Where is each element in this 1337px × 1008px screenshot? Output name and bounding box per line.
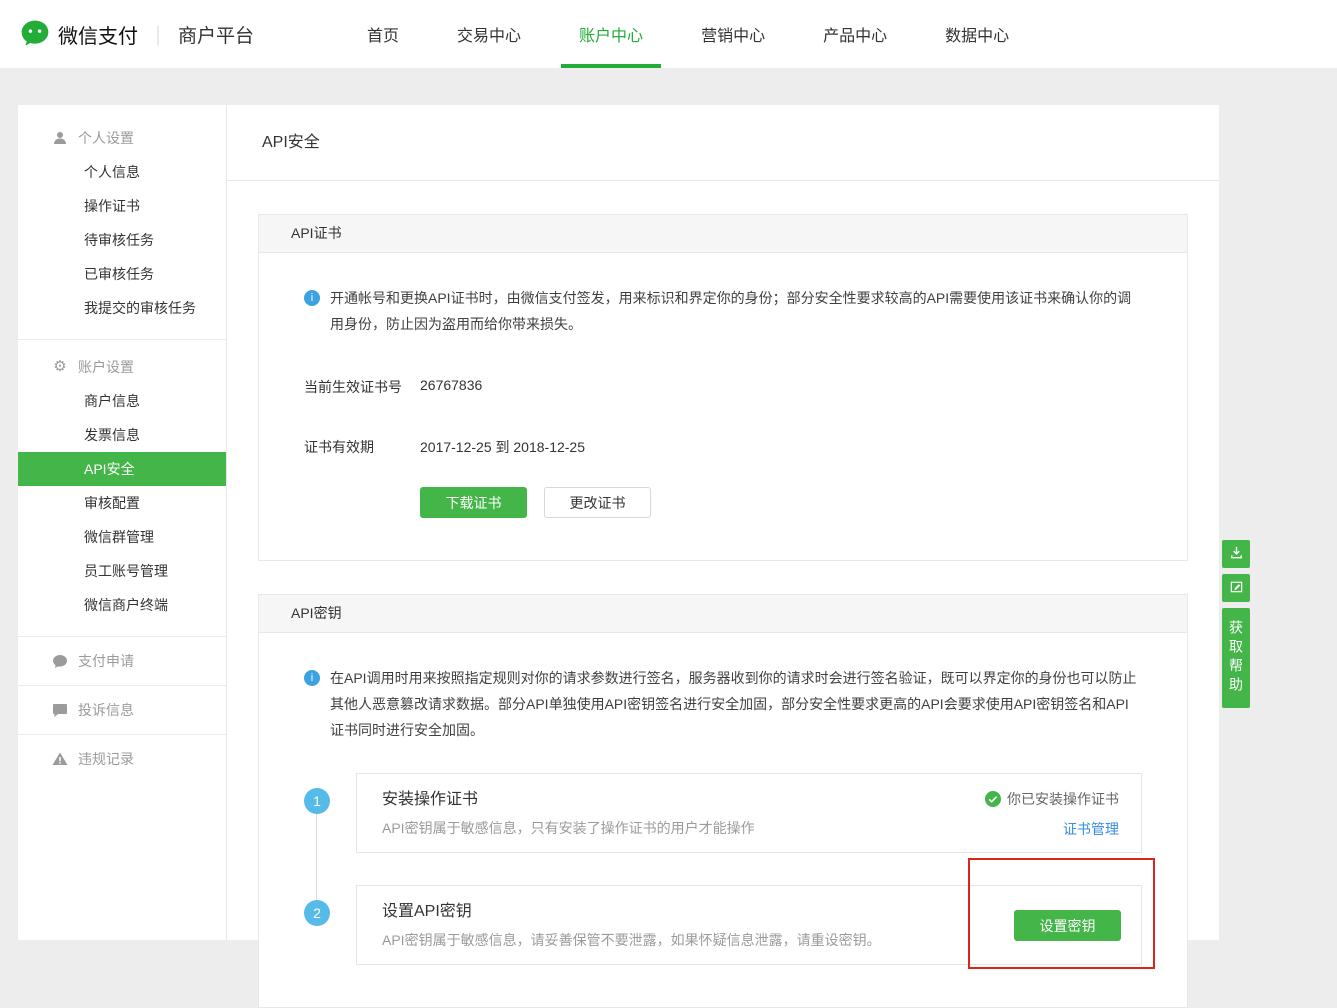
get-help-label: 获取帮助 <box>1226 620 1246 696</box>
sidebar-group-header-payment-application[interactable]: 支付申请 <box>18 644 226 678</box>
step-1-desc: API密钥属于敏感信息，只有安装了操作证书的用户才能操作 <box>382 819 1119 838</box>
sidebar-group-title: 投诉信息 <box>78 700 134 720</box>
sidebar-item-operation-cert[interactable]: 操作证书 <box>18 189 226 223</box>
api-key-section-body: i 在API调用时用来按照指定规则对你的请求参数进行签名，服务器收到你的请求时会… <box>259 633 1187 1007</box>
sidebar-group-personal-settings: 个人设置 个人信息 操作证书 待审核任务 已审核任务 我提交的审核任务 <box>18 105 226 339</box>
cert-info-text: 开通帐号和更换API证书时，由微信支付签发，用来标识和界定你的身份；部分安全性要… <box>330 285 1142 337</box>
sidebar-group-complaint-info: 投诉信息 <box>18 685 226 734</box>
brand-divider: ｜ <box>148 20 168 49</box>
step-2-row: 2 设置API密钥 API密钥属于敏感信息，请妥善保管不要泄露，如果怀疑信息泄露… <box>304 885 1142 965</box>
sidebar-group-header-complaint-info[interactable]: 投诉信息 <box>18 693 226 727</box>
sidebar-item-wechat-merchant-terminal[interactable]: 微信商户终端 <box>18 588 226 622</box>
sidebar-group-title: 支付申请 <box>78 651 134 671</box>
step-2-box: 设置API密钥 API密钥属于敏感信息，请妥善保管不要泄露，如果怀疑信息泄露，请… <box>356 885 1142 965</box>
warning-icon <box>52 751 68 767</box>
key-info-text: 在API调用时用来按照指定规则对你的请求参数进行签名，服务器收到你的请求时会进行… <box>330 665 1142 743</box>
sidebar-item-reviewed-tasks[interactable]: 已审核任务 <box>18 257 226 291</box>
sidebar-group-title: 个人设置 <box>78 128 134 148</box>
step-1-number: 1 <box>304 788 330 814</box>
feedback-edit-button[interactable] <box>1222 574 1250 602</box>
sidebar-item-review-config[interactable]: 审核配置 <box>18 486 226 520</box>
cert-validity-value: 2017-12-25 到 2018-12-25 <box>420 437 585 457</box>
cert-buttons-row: 下载证书 更改证书 <box>304 487 1142 518</box>
sidebar-group-header-personal-settings[interactable]: 个人设置 <box>18 121 226 155</box>
check-circle-icon <box>985 791 1001 807</box>
sidebar-item-staff-account-management[interactable]: 员工账号管理 <box>18 554 226 588</box>
nav-item-marketing-center[interactable]: 营销中心 <box>683 0 783 68</box>
page-title: API安全 <box>227 105 1219 181</box>
nav-item-transaction-center[interactable]: 交易中心 <box>439 0 539 68</box>
sidebar-group-payment-application: 支付申请 <box>18 636 226 685</box>
sidebar: 个人设置 个人信息 操作证书 待审核任务 已审核任务 我提交的审核任务 ⚙ 账户… <box>18 105 227 940</box>
nav-item-home[interactable]: 首页 <box>349 0 417 68</box>
step-2-desc: API密钥属于敏感信息，请妥善保管不要泄露，如果怀疑信息泄露，请重设密钥。 <box>382 931 1119 950</box>
get-help-button[interactable]: 获取帮助 <box>1222 608 1250 708</box>
cert-validity-label: 证书有效期 <box>304 437 420 457</box>
sidebar-item-pending-review-tasks[interactable]: 待审核任务 <box>18 223 226 257</box>
step-2-number: 2 <box>304 900 330 926</box>
nav-item-data-center[interactable]: 数据中心 <box>927 0 1027 68</box>
sidebar-group-violation-record: 违规记录 <box>18 734 226 783</box>
api-cert-section-body: i 开通帐号和更换API证书时，由微信支付签发，用来标识和界定你的身份；部分安全… <box>259 253 1187 560</box>
wechat-pay-logo-icon <box>20 19 50 49</box>
api-key-steps: 1 安装操作证书 API密钥属于敏感信息，只有安装了操作证书的用户才能操作 你已… <box>304 773 1142 965</box>
key-info-row: i 在API调用时用来按照指定规则对你的请求参数进行签名，服务器收到你的请求时会… <box>304 665 1142 743</box>
step-1-status: 你已安装操作证书 <box>985 789 1119 809</box>
api-key-section: API密钥 i 在API调用时用来按照指定规则对你的请求参数进行签名，服务器收到… <box>258 594 1188 1008</box>
comment-icon <box>52 702 68 718</box>
brand-name: 微信支付 <box>58 20 138 49</box>
api-key-section-title: API密钥 <box>259 595 1187 633</box>
set-api-key-button[interactable]: 设置密钥 <box>1014 910 1121 941</box>
cert-number-value: 26767836 <box>420 377 482 397</box>
cert-number-label: 当前生效证书号 <box>304 377 420 397</box>
step-2-title: 设置API密钥 <box>382 901 1119 923</box>
cert-validity-row: 证书有效期 2017-12-25 到 2018-12-25 <box>304 437 1142 457</box>
step-1-status-text: 你已安装操作证书 <box>1007 789 1119 809</box>
edit-icon <box>1229 579 1244 597</box>
download-cert-button[interactable]: 下载证书 <box>420 487 527 518</box>
step-1-box: 安装操作证书 API密钥属于敏感信息，只有安装了操作证书的用户才能操作 你已安装… <box>356 773 1142 853</box>
main-content: API安全 API证书 i 开通帐号和更换API证书时，由微信支付签发，用来标识… <box>227 105 1219 940</box>
main-nav: 首页 交易中心 账户中心 营销中心 产品中心 数据中心 <box>338 0 1038 68</box>
cert-number-row: 当前生效证书号 26767836 <box>304 377 1142 397</box>
nav-item-account-center[interactable]: 账户中心 <box>561 0 661 68</box>
sidebar-item-api-security[interactable]: API安全 <box>18 452 226 486</box>
sidebar-item-my-submitted-tasks[interactable]: 我提交的审核任务 <box>18 291 226 325</box>
sidebar-group-header-violation-record[interactable]: 违规记录 <box>18 742 226 776</box>
sidebar-group-header-account-settings[interactable]: ⚙ 账户设置 <box>18 350 226 384</box>
nav-item-product-center[interactable]: 产品中心 <box>805 0 905 68</box>
api-cert-section: API证书 i 开通帐号和更换API证书时，由微信支付签发，用来标识和界定你的身… <box>258 214 1188 561</box>
sidebar-group-title: 账户设置 <box>78 357 134 377</box>
person-icon <box>52 130 68 146</box>
sidebar-item-wechat-group-management[interactable]: 微信群管理 <box>18 520 226 554</box>
chat-bubble-icon <box>52 653 68 669</box>
info-icon: i <box>304 670 320 686</box>
download-help-button[interactable] <box>1222 540 1250 568</box>
sidebar-group-account-settings: ⚙ 账户设置 商户信息 发票信息 API安全 审核配置 微信群管理 员工账号管理… <box>18 339 226 636</box>
sidebar-group-title: 违规记录 <box>78 749 134 769</box>
cert-manage-link[interactable]: 证书管理 <box>1063 819 1119 839</box>
download-icon <box>1229 545 1244 563</box>
info-icon: i <box>304 290 320 306</box>
sidebar-item-invoice-info[interactable]: 发票信息 <box>18 418 226 452</box>
sidebar-item-personal-info[interactable]: 个人信息 <box>18 155 226 189</box>
gear-icon: ⚙ <box>52 359 68 375</box>
cert-info-row: i 开通帐号和更换API证书时，由微信支付签发，用来标识和界定你的身份；部分安全… <box>304 285 1142 337</box>
top-header: 微信支付 ｜ 商户平台 首页 交易中心 账户中心 营销中心 产品中心 数据中心 <box>0 0 1337 68</box>
step-1-row: 1 安装操作证书 API密钥属于敏感信息，只有安装了操作证书的用户才能操作 你已… <box>304 773 1142 853</box>
platform-title: 商户平台 <box>178 21 254 48</box>
change-cert-button[interactable]: 更改证书 <box>544 487 651 518</box>
help-float-panel: 获取帮助 <box>1222 540 1250 708</box>
sidebar-item-merchant-info[interactable]: 商户信息 <box>18 384 226 418</box>
logo[interactable]: 微信支付 ｜ 商户平台 <box>20 19 254 49</box>
api-cert-section-title: API证书 <box>259 215 1187 253</box>
